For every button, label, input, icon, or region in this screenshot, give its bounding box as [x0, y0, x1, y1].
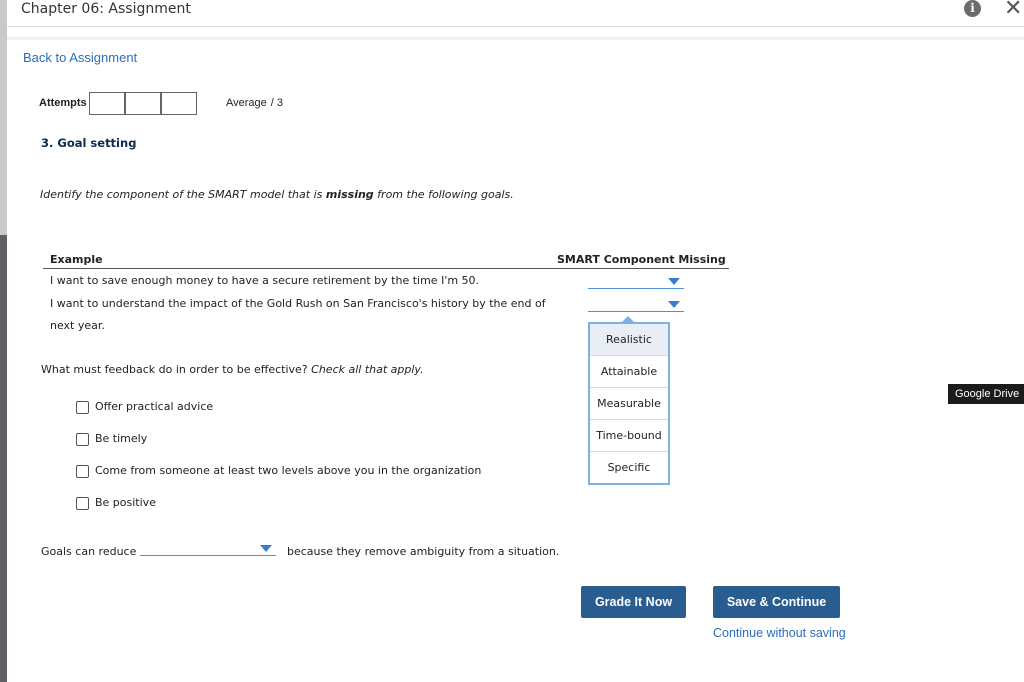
- checkbox-label: Offer practical advice: [95, 400, 214, 413]
- column-header-missing: SMART Component Missing: [557, 253, 726, 266]
- smart-dropdown-row-2[interactable]: [588, 299, 684, 312]
- checkbox-row[interactable]: Offer practical advice: [76, 400, 213, 414]
- info-icon[interactable]: i: [964, 0, 981, 17]
- save-and-continue-button[interactable]: Save & Continue: [713, 586, 840, 618]
- checkbox-label: Be timely: [95, 432, 148, 445]
- average-value: / 3: [270, 97, 284, 109]
- checkbox-row[interactable]: Be timely: [76, 432, 147, 446]
- option-specific[interactable]: Specific: [590, 452, 668, 483]
- sentence-after: because they remove ambiguity from a sit…: [287, 545, 560, 558]
- checkbox-label: Be positive: [95, 496, 156, 509]
- grade-it-now-button[interactable]: Grade It Now: [581, 586, 686, 618]
- chevron-down-icon: [668, 278, 680, 285]
- sentence-before: Goals can reduce: [41, 545, 137, 558]
- feedback-question: What must feedback do in order to be eff…: [41, 363, 424, 376]
- option-measurable[interactable]: Measurable: [590, 388, 668, 420]
- goals-reduce-dropdown[interactable]: [140, 543, 276, 556]
- attempt-box-3: [161, 92, 197, 115]
- google-drive-tooltip: Google Drive: [948, 384, 1024, 404]
- continue-without-saving-link[interactable]: Continue without saving: [713, 626, 846, 640]
- table-row-2-text: I want to understand the impact of the G…: [50, 297, 546, 332]
- back-to-assignment-link[interactable]: Back to Assignment: [23, 50, 137, 65]
- checkbox-row[interactable]: Come from someone at least two levels ab…: [76, 464, 481, 478]
- column-header-example: Example: [50, 253, 103, 266]
- option-time-bound[interactable]: Time-bound: [590, 420, 668, 452]
- average-label: Average: [226, 97, 267, 109]
- question-instruction: Identify the component of the SMART mode…: [40, 188, 514, 201]
- checkbox[interactable]: [76, 400, 89, 414]
- chevron-down-icon: [668, 301, 680, 308]
- average-score: Average/ 3: [226, 97, 283, 109]
- feedback-question-hint: Check all that apply.: [311, 363, 424, 376]
- instruction-emphasis: missing: [325, 188, 374, 201]
- feedback-question-text: What must feedback do in order to be eff…: [41, 363, 312, 376]
- table-row-1-text: I want to save enough money to have a se…: [50, 274, 480, 287]
- smart-dropdown-row-1[interactable]: [588, 276, 684, 289]
- window-title: Chapter 06: Assignment: [21, 1, 191, 17]
- checkbox-label: Come from someone at least two levels ab…: [95, 464, 482, 477]
- option-attainable[interactable]: Attainable: [590, 356, 668, 388]
- attempt-box-2: [125, 92, 161, 115]
- instruction-text-end: from the following goals.: [373, 188, 514, 201]
- checkbox[interactable]: [76, 432, 89, 446]
- instruction-text: Identify the component of the SMART mode…: [40, 188, 326, 201]
- left-edge-bar-light: [0, 0, 7, 235]
- question-title: 3. Goal setting: [41, 136, 137, 150]
- header-divider: [7, 37, 1024, 40]
- table-header-line: [43, 268, 729, 269]
- checkbox[interactable]: [76, 464, 89, 478]
- chevron-down-icon: [260, 545, 272, 552]
- option-realistic[interactable]: Realistic: [590, 324, 668, 356]
- close-icon[interactable]: ✕: [1004, 0, 1022, 21]
- checkbox-row[interactable]: Be positive: [76, 496, 156, 510]
- attempt-box-1: [89, 92, 125, 115]
- checkbox[interactable]: [76, 496, 89, 510]
- attempts-label: Attempts: [39, 97, 87, 109]
- title-bar: Chapter 06: Assignment: [7, 0, 1024, 27]
- smart-dropdown-options: Realistic Attainable Measurable Time-bou…: [588, 322, 670, 485]
